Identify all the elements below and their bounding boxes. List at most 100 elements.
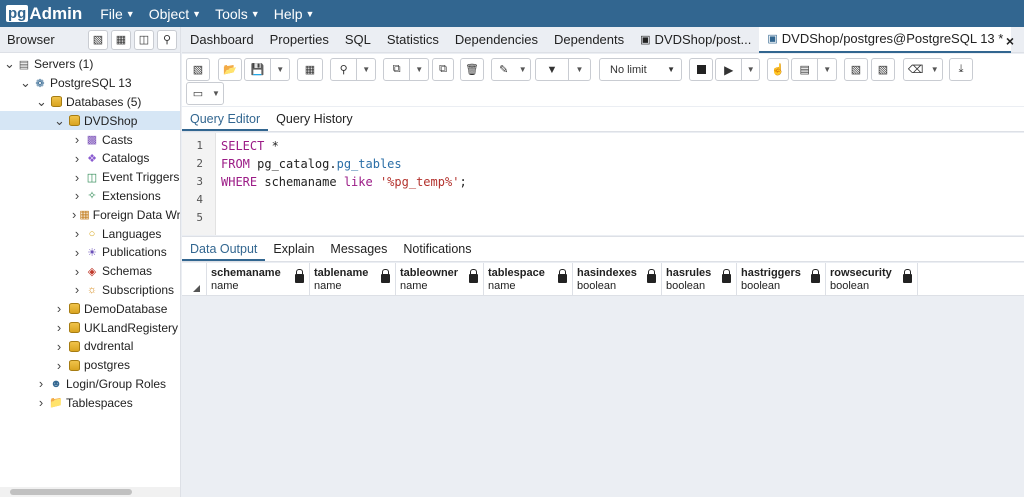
column-header-schemaname[interactable]: schemaname name <box>207 263 310 296</box>
chevron-right-icon[interactable]: › <box>36 376 46 391</box>
chevron-right-icon[interactable]: › <box>72 282 82 297</box>
tab-query-editor[interactable]: Query Editor <box>182 112 269 131</box>
chevron-down-icon[interactable]: ▼ <box>741 59 759 80</box>
tab-sql[interactable]: SQL <box>337 27 379 53</box>
chevron-down-icon[interactable]: ⌄ <box>20 75 31 91</box>
tree-node[interactable]: › ◈ Schemas <box>0 262 180 281</box>
tree-node[interactable]: › ○ Languages <box>0 224 180 243</box>
tab-dependencies[interactable]: Dependencies <box>447 27 546 53</box>
chevron-right-icon[interactable]: › <box>54 358 64 373</box>
delete-button[interactable]: 🗑 <box>460 58 484 81</box>
column-header-rowsecurity[interactable]: rowsecurity boolean <box>826 263 918 296</box>
chevron-right-icon[interactable]: › <box>72 207 76 222</box>
cancel-query-button[interactable] <box>689 58 713 81</box>
tree-node[interactable]: ⌄ DVDShop <box>0 111 180 131</box>
chevron-down-icon[interactable]: ▼ <box>409 59 428 80</box>
chevron-right-icon[interactable]: › <box>72 226 82 241</box>
tab-data-output[interactable]: Data Output <box>182 242 266 261</box>
chevron-right-icon[interactable]: › <box>54 339 64 354</box>
macros-button[interactable]: ▭ ▼ <box>186 82 224 105</box>
filter-button[interactable]: ▼ ▼ <box>535 58 591 81</box>
column-header-tablespace[interactable]: tablespace name <box>484 263 573 296</box>
tree-node[interactable]: › DemoDatabase <box>0 299 180 318</box>
clear-button[interactable]: ⌫ ▼ <box>903 58 943 81</box>
save-file-button[interactable]: 💾 ▼ <box>244 58 290 81</box>
tree-node[interactable]: › ✧ Extensions <box>0 187 180 206</box>
tree-node[interactable]: › ▩ Casts <box>0 130 180 149</box>
open-database-button[interactable]: ▧ <box>186 58 210 81</box>
tree-node[interactable]: › ☼ Subscriptions <box>0 281 180 300</box>
chevron-right-icon[interactable]: › <box>36 395 46 410</box>
view-data-button[interactable]: ▦ <box>111 29 131 50</box>
download-button[interactable]: ⤓ <box>949 58 973 81</box>
tree-node[interactable]: ⌄ ❁ PostgreSQL 13 <box>0 74 180 93</box>
chevron-right-icon[interactable]: › <box>54 320 64 335</box>
explain-analyze-button[interactable]: ▤ ▼ <box>791 58 837 81</box>
tab-explain[interactable]: Explain <box>265 242 322 261</box>
tree-node[interactable]: › dvdrental <box>0 337 180 356</box>
menu-help[interactable]: Help ▼ <box>274 6 315 22</box>
tab-query-tool-active[interactable]: ▣ DVDShop/postgres@PostgreSQL 13 * <box>759 26 1012 53</box>
tab-dependents[interactable]: Dependents <box>546 27 632 53</box>
scrollbar-thumb[interactable] <box>10 489 132 495</box>
sql-code[interactable]: SELECT * FROM pg_catalog.pg_tables WHERE… <box>221 137 467 227</box>
tree-node[interactable]: ⌄ ▤ Servers (1) <box>0 55 180 74</box>
chevron-down-icon[interactable]: ▼ <box>515 59 530 80</box>
open-file-button[interactable]: 📂 <box>218 58 242 81</box>
tab-properties[interactable]: Properties <box>262 27 337 53</box>
tree-node[interactable]: › ▦ Foreign Data Wr <box>0 205 180 224</box>
select-all-cell[interactable] <box>182 263 207 296</box>
tree-node[interactable]: › ☻ Login/Group Roles <box>0 375 180 394</box>
edit-grid-button[interactable]: ▦ <box>297 58 323 81</box>
find-button[interactable]: ⚲ ▼ <box>330 58 376 81</box>
result-grid[interactable]: schemaname name tablename name tableowne… <box>182 263 1024 497</box>
paste-button[interactable]: ⧉ <box>432 58 454 81</box>
chevron-down-icon[interactable]: ⌄ <box>4 56 15 72</box>
tree-node[interactable]: › UKLandRegistery <box>0 318 180 337</box>
object-properties-button[interactable]: ▧ <box>88 29 108 50</box>
tab-query-history[interactable]: Query History <box>268 112 360 131</box>
tab-statistics[interactable]: Statistics <box>379 27 447 53</box>
chevron-down-icon[interactable]: ⌄ <box>36 94 47 110</box>
chevron-down-icon[interactable]: ▼ <box>927 59 942 80</box>
close-icon[interactable]: × <box>1006 33 1014 49</box>
chevron-down-icon[interactable]: ▼ <box>356 59 375 80</box>
execute-button[interactable]: ▶ ▼ <box>715 58 760 81</box>
tab-notifications[interactable]: Notifications <box>395 242 479 261</box>
filtered-rows-button[interactable]: ◫ <box>134 29 154 50</box>
chevron-right-icon[interactable]: › <box>72 151 82 166</box>
search-objects-button[interactable]: ⚲ <box>157 29 177 50</box>
copy-button[interactable]: ⧉ ▼ <box>383 58 429 81</box>
tree-node[interactable]: › ☀ Publications <box>0 243 180 262</box>
sql-editor[interactable]: 1 2 3 4 5 SELECT * FROM pg_catalog.pg_ta… <box>182 133 1024 235</box>
explain-button[interactable]: ☝ <box>767 58 789 81</box>
chevron-right-icon[interactable]: › <box>72 170 82 185</box>
column-header-tableowner[interactable]: tableowner name <box>396 263 484 296</box>
chevron-right-icon[interactable]: › <box>72 245 82 260</box>
chevron-right-icon[interactable]: › <box>72 264 82 279</box>
tab-messages[interactable]: Messages <box>322 242 395 261</box>
chevron-down-icon[interactable]: ▼ <box>270 59 289 80</box>
tree-node[interactable]: › ◫ Event Triggers <box>0 168 180 187</box>
menu-tools[interactable]: Tools ▼ <box>215 6 260 22</box>
tree-node[interactable]: › 📁 Tablespaces <box>0 393 180 412</box>
chevron-down-icon[interactable]: ▼ <box>568 59 590 80</box>
menu-file[interactable]: File ▼ <box>100 6 134 22</box>
chevron-right-icon[interactable]: › <box>54 301 64 316</box>
rollback-button[interactable]: ▧ <box>871 58 895 81</box>
chevron-down-icon[interactable]: ▼ <box>209 83 223 104</box>
column-header-hastriggers[interactable]: hastriggers boolean <box>737 263 826 296</box>
chevron-right-icon[interactable]: › <box>72 132 82 147</box>
tab-query-tool-1[interactable]: ▣ DVDShop/post... <box>632 27 759 53</box>
menu-object[interactable]: Object ▼ <box>149 6 201 22</box>
chevron-down-icon[interactable]: ▼ <box>817 59 836 80</box>
chevron-down-icon[interactable]: ⌄ <box>54 113 65 129</box>
commit-button[interactable]: ▧ <box>844 58 868 81</box>
row-limit-select[interactable]: No limit ▼ <box>599 58 682 81</box>
column-header-hasrules[interactable]: hasrules boolean <box>662 263 737 296</box>
column-header-hasindexes[interactable]: hasindexes boolean <box>573 263 662 296</box>
tab-dashboard[interactable]: Dashboard <box>182 27 262 53</box>
tree-node[interactable]: ⌄ Databases (5) <box>0 93 180 112</box>
tree-node[interactable]: › ❖ Catalogs <box>0 149 180 168</box>
chevron-right-icon[interactable]: › <box>72 188 82 203</box>
